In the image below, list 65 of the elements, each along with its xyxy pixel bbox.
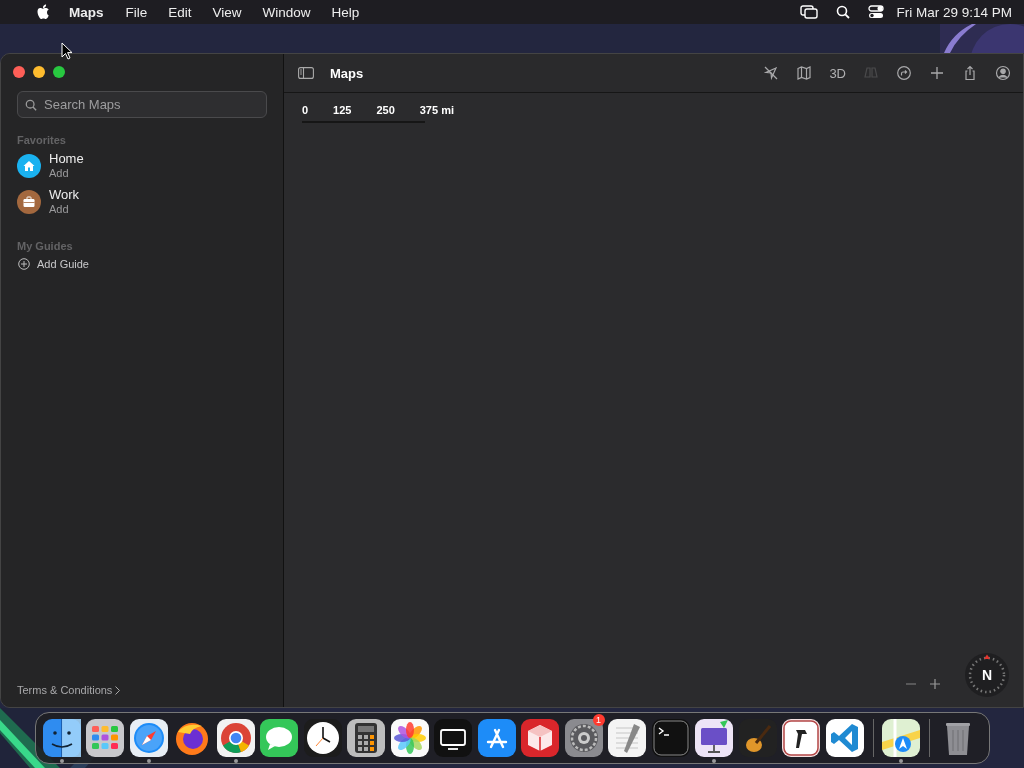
notepad-app-icon[interactable] (607, 718, 648, 758)
plus-circle-icon (18, 258, 30, 270)
circle-app-icon[interactable] (215, 718, 256, 758)
menu-item[interactable]: View (212, 4, 242, 20)
windows-icon[interactable] (800, 5, 819, 19)
briefcase-icon (17, 190, 41, 214)
chat-bubble-app-icon[interactable] (259, 718, 300, 758)
tv-app-icon[interactable] (433, 718, 474, 758)
grid-app-icon[interactable] (85, 718, 126, 758)
add-guide-link[interactable]: Add Guide (18, 258, 267, 270)
compass-button[interactable]: N (965, 653, 1009, 697)
favorite-title: Work (49, 188, 80, 202)
favorite-subtitle: Add (49, 202, 70, 216)
app-store-icon[interactable] (476, 718, 517, 758)
face-app-icon[interactable] (41, 718, 82, 758)
cube-app-icon[interactable] (520, 718, 561, 758)
3d-button[interactable]: 3D (829, 65, 846, 81)
zoom-button[interactable] (53, 66, 65, 78)
flower-app-icon[interactable] (389, 718, 430, 758)
window-title: Maps (330, 65, 364, 81)
compass-app-icon[interactable] (128, 718, 169, 758)
terms-link[interactable]: Terms & Conditions (17, 684, 267, 696)
search-field[interactable]: Search Maps (17, 91, 267, 118)
calculator-app-icon[interactable] (346, 718, 387, 758)
section-heading: Favorites (17, 134, 67, 146)
map-icon[interactable] (796, 65, 813, 81)
chevron-right-icon (115, 685, 121, 695)
scale-label: 0 (302, 104, 309, 116)
map-app-icon[interactable] (881, 718, 922, 758)
search-icon[interactable] (836, 5, 851, 19)
zoom-in-icon[interactable] (929, 678, 941, 690)
app-menu[interactable]: Maps (69, 4, 104, 20)
favorite-title: Home (49, 152, 84, 166)
scale-label: 250 (376, 104, 395, 116)
favorite-item[interactable]: Home Add (17, 152, 267, 180)
house-icon (17, 154, 41, 178)
menu-item[interactable]: Window (262, 4, 311, 20)
favorite-subtitle: Add (49, 166, 70, 180)
terminal-app-icon[interactable] (650, 718, 691, 758)
menu-item[interactable]: File (125, 4, 148, 20)
location-arrow-slash-icon[interactable] (763, 65, 780, 81)
minimize-button[interactable] (33, 66, 45, 78)
clock-app-icon[interactable] (302, 718, 343, 758)
gear-app-icon[interactable] (563, 718, 604, 758)
add-icon[interactable] (929, 65, 945, 81)
code-editor-app-icon[interactable] (824, 718, 865, 758)
close-button[interactable] (13, 66, 25, 78)
apple-logo-icon[interactable] (37, 4, 51, 20)
share-icon[interactable] (962, 65, 978, 81)
scale-label: 375 mi (419, 104, 454, 116)
hammer-app-icon[interactable] (781, 718, 822, 758)
clock-text[interactable]: Fri Mar 29 9:14 PM (896, 4, 1012, 20)
scale-label: 125 (333, 104, 352, 116)
easel-app-icon[interactable] (694, 718, 735, 758)
directions-icon[interactable] (896, 65, 912, 81)
menu-item[interactable]: Help (331, 4, 360, 20)
notification-badge: 1 (592, 714, 605, 726)
control-center-icon[interactable] (868, 5, 885, 19)
favorite-item[interactable]: Work Add (17, 188, 267, 216)
section-heading: My Guides (17, 240, 74, 252)
pointer-cursor-icon (61, 42, 73, 60)
sidebar-toggle-icon[interactable] (298, 67, 314, 79)
menu-item[interactable]: Edit (168, 4, 192, 20)
account-icon[interactable] (995, 65, 1011, 81)
search-icon (25, 98, 37, 111)
